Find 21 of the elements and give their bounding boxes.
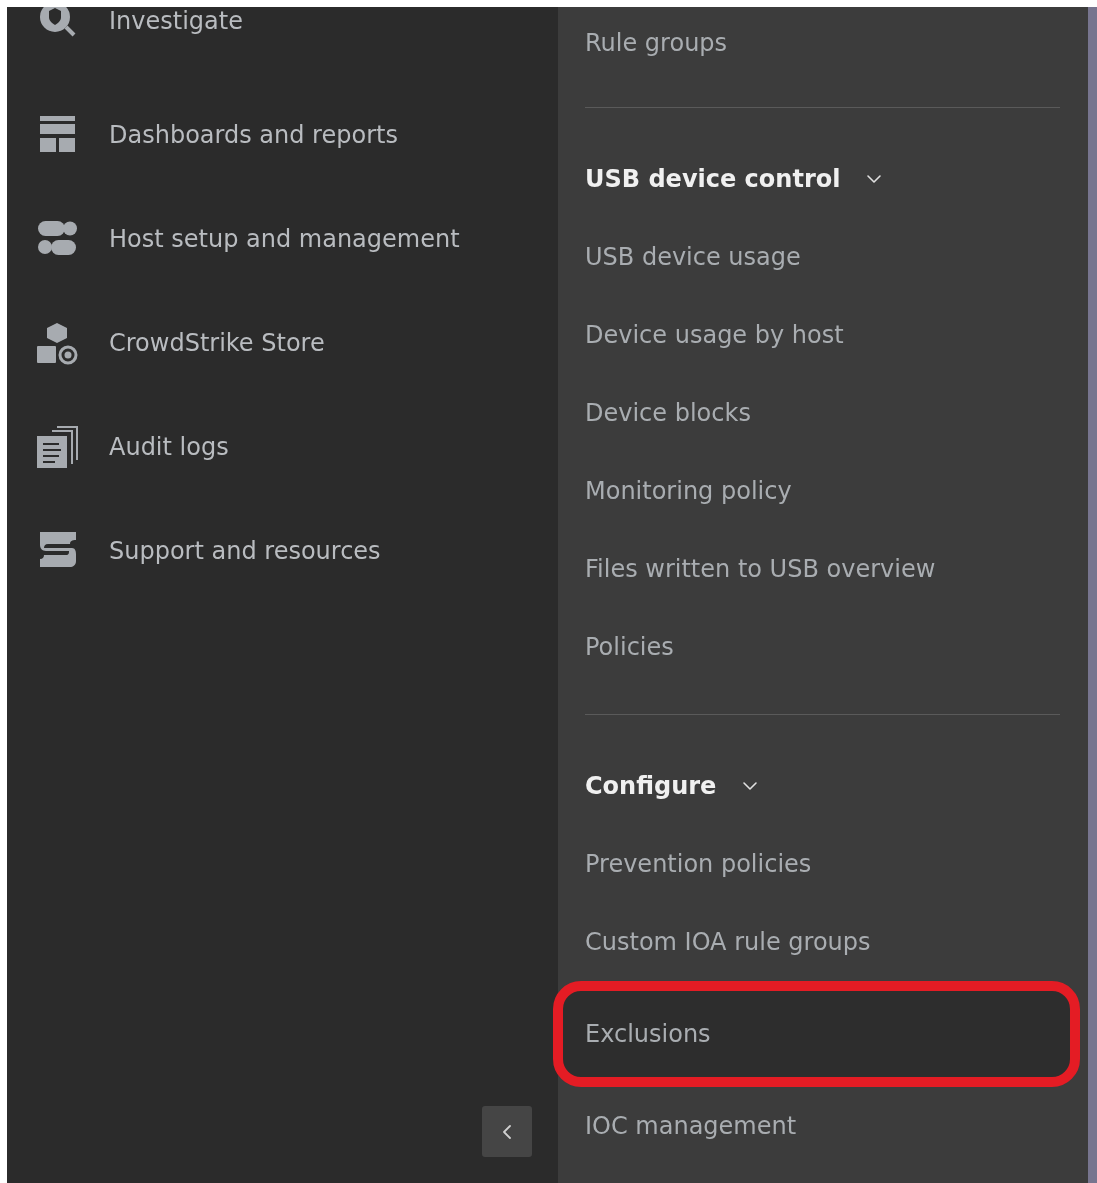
menu-link[interactable]: Device blocks <box>585 374 1060 452</box>
section-heading[interactable]: Configure <box>585 772 717 800</box>
section-heading[interactable]: USB device control <box>585 165 841 193</box>
menu-link[interactable]: Prevention policies <box>585 825 1060 903</box>
menu-link[interactable]: Device usage by host <box>585 296 1060 374</box>
menu-link[interactable]: Exclusions <box>553 981 1080 1087</box>
nav-link[interactable]: Investigate <box>109 7 243 35</box>
menu-link[interactable]: Rule groups <box>585 7 1060 79</box>
nav-link[interactable]: Support and resources <box>109 537 381 565</box>
menu-link[interactable]: IOC management <box>585 1087 1060 1165</box>
nav-link[interactable]: Dashboards and reports <box>109 121 398 149</box>
nav-link[interactable]: CrowdStrike Store <box>109 329 325 357</box>
shapes-icon <box>35 321 79 365</box>
menu-link[interactable]: Monitoring policy <box>585 452 1060 530</box>
nav-link[interactable]: Host setup and management <box>109 225 460 253</box>
documents-icon <box>35 425 79 469</box>
menu-link[interactable]: Files written to USB overview <box>585 530 1060 608</box>
menu-link[interactable]: Policies <box>585 608 1060 686</box>
menu-link[interactable]: USB device usage <box>585 218 1060 296</box>
menu-link[interactable]: Custom IOA rule groups <box>585 903 1060 981</box>
nav-link[interactable]: Audit logs <box>109 433 229 461</box>
